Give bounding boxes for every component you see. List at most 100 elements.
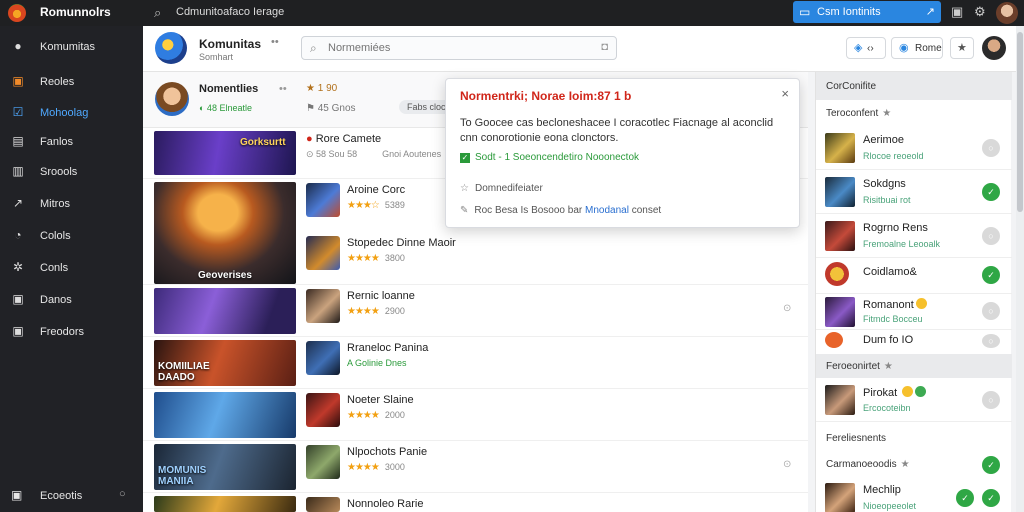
share-button[interactable]: ◈ ‹›: [846, 37, 886, 59]
star-icon: ★: [882, 108, 892, 119]
rome-button[interactable]: ◉ Rome: [891, 37, 943, 59]
status-toggle[interactable]: ✓: [982, 456, 1000, 474]
scrollbar-thumb[interactable]: [1017, 32, 1023, 212]
search-icon[interactable]: ⌕: [154, 5, 161, 21]
game-banner[interactable]: [154, 288, 296, 334]
right-section-header: Feroeonirtet ★: [816, 354, 1012, 378]
game-meta-text: 3800: [384, 253, 405, 263]
game-banner[interactable]: KOMIILIAE DAADO: [154, 340, 296, 386]
list-item[interactable]: Rogrno Rens Fremoalne Leooalk ○: [816, 214, 1012, 258]
status-toggle[interactable]: ○: [982, 334, 1000, 348]
row-info-icon[interactable]: ⊙: [783, 459, 791, 470]
list-item[interactable]: Nonnoleo Rarie: [143, 493, 808, 512]
list-item[interactable]: Pirokat Ercocoteibn ○: [816, 378, 1012, 422]
settings-icon[interactable]: ⚙: [974, 4, 986, 20]
game-extra: Gnoi Aoutenes: [382, 149, 442, 159]
game-thumbnail[interactable]: [306, 183, 340, 217]
status-toggle[interactable]: ✓: [982, 266, 1000, 284]
grid-icon[interactable]: ▣: [951, 4, 963, 20]
sidebar-item-komumitas[interactable]: ● Komumitas: [0, 34, 143, 60]
favorite-button[interactable]: ★: [950, 37, 974, 59]
sidebar-item-mohoolag[interactable]: ☑ Mohoolag: [0, 100, 143, 126]
sidebar-item-reoles[interactable]: ▣ Reoles: [0, 69, 143, 95]
list-item[interactable]: MOMUNIS MANIIA Nlpochots Panie ★★★★ 3000 …: [143, 441, 808, 493]
sidebar-footer[interactable]: ▣ Ecoeotis ○: [0, 484, 143, 508]
search-input[interactable]: [328, 40, 578, 56]
game-banner[interactable]: Gorksurtt: [154, 131, 296, 175]
list-item[interactable]: Sokdgns Risitbuai rot ✓: [816, 170, 1012, 214]
camera-icon[interactable]: ◘: [601, 41, 608, 53]
profile-avatar[interactable]: [155, 82, 189, 116]
search-icon: ⌕: [310, 41, 317, 55]
list-item[interactable]: Rernic loanne ★★★★ 2900 ⊙: [143, 285, 808, 337]
game-banner[interactable]: MOMUNIS MANIIA: [154, 444, 296, 490]
sidebar-item-mitros[interactable]: ↗ Mitros: [0, 191, 143, 217]
page-title: Komunitas: [199, 37, 262, 51]
header-avatar[interactable]: [982, 36, 1006, 60]
sidebar-item-sroools[interactable]: ▥ Sroools: [0, 159, 143, 185]
status-toggle[interactable]: ○: [982, 302, 1000, 320]
status-toggle[interactable]: ✓: [956, 489, 974, 507]
more-icon[interactable]: ••: [279, 83, 287, 95]
list-item[interactable]: Coidlamo& ✓: [816, 258, 1012, 294]
item-name: Dum fo IO: [863, 334, 914, 346]
status-toggle[interactable]: ○: [982, 391, 1000, 409]
edit-icon: ✎: [460, 205, 469, 216]
share-button-label: ‹›: [867, 43, 874, 54]
game-banner[interactable]: [154, 496, 296, 512]
right-panel-title: CorConifite: [826, 81, 877, 92]
list-item[interactable]: Dum fo IO ○: [816, 330, 1012, 350]
list-item[interactable]: Noeter Slaine ★★★★ 2000: [143, 389, 808, 441]
sidebar-item-freodors[interactable]: ▣ Freodors: [0, 319, 143, 345]
game-thumbnail[interactable]: [306, 236, 340, 270]
item-name: Rogrno Rens: [863, 222, 928, 234]
list-item[interactable]: KOMIILIAE DAADO Rraneloc Panina A Golini…: [143, 337, 808, 389]
item-desc: Ercocoteibn: [863, 403, 911, 413]
popup-option[interactable]: ☆ Domnedifeiater: [460, 183, 543, 194]
share-icon: ◈: [854, 42, 863, 54]
rating-stars: ★★★★: [347, 410, 380, 421]
user-avatar[interactable]: [996, 2, 1018, 24]
status-toggle[interactable]: ✓: [982, 183, 1000, 201]
game-thumbnail[interactable]: [306, 445, 340, 479]
list-scrollbar[interactable]: [808, 72, 815, 512]
list-item[interactable]: Stopedec Dinne Maoir ★★★★ 3800: [143, 232, 808, 284]
list-item[interactable]: Aerimoe Rlocoe reoeold ○: [816, 126, 1012, 170]
game-thumbnail[interactable]: [306, 289, 340, 323]
more-icon[interactable]: ••: [271, 36, 279, 48]
row-info-icon[interactable]: ⊙: [783, 303, 791, 314]
top-bar: Romunnolrs ⌕ Cdmunitoafaco Ierage ▭ Csm …: [0, 0, 1024, 26]
popup-link[interactable]: Mnodanal: [585, 205, 629, 216]
game-thumbnail[interactable]: [306, 497, 340, 512]
game-thumbnail[interactable]: [306, 341, 340, 375]
list-item[interactable]: Mechlip Nioeopeeolet ✓ ✓: [816, 476, 1012, 512]
page-scrollbar[interactable]: [1016, 26, 1024, 512]
list-item[interactable]: Romanont Fitmdc Bocceu ○: [816, 294, 1012, 330]
sidebar-item-fanlos[interactable]: ▤ Fanlos: [0, 129, 143, 155]
game-thumbnail[interactable]: [306, 393, 340, 427]
status-toggle[interactable]: ○: [982, 227, 1000, 245]
item-desc: Risitbuai rot: [863, 195, 911, 205]
game-title: Aroine Corc: [347, 184, 406, 196]
popup-option[interactable]: ✎ Roc Besa Is Bosooo bar Mnodanal conset: [460, 205, 661, 216]
game-title: Noeter Slaine: [347, 394, 414, 406]
chat-icon: ▣: [12, 292, 24, 306]
top-search-text[interactable]: Cdmunitoafaco Ierage: [176, 6, 284, 18]
rating-stars: ★★★★: [347, 462, 380, 473]
top-action-button[interactable]: ▭ Csm Iontinits ↗: [793, 1, 941, 23]
sidebar-item-danos[interactable]: ▣ Danos: [0, 287, 143, 313]
sidebar-item-colols[interactable]: ◔ Colols: [0, 223, 143, 249]
status-toggle[interactable]: ✓: [982, 489, 1000, 507]
sidebar-footer-label: Ecoeotis: [40, 490, 83, 502]
section-label: Carmanoeoodis ★: [826, 459, 910, 470]
close-icon[interactable]: ×: [781, 86, 789, 101]
status-toggle[interactable]: ○: [982, 139, 1000, 157]
puzzle-icon: ✲: [12, 260, 24, 274]
item-avatar: [825, 297, 855, 327]
sidebar-item-conls[interactable]: ✲ Conls: [0, 255, 143, 281]
game-banner[interactable]: [154, 392, 296, 438]
right-panel-header: CorConifite: [816, 72, 1012, 100]
search-box[interactable]: ⌕ ◘: [301, 36, 617, 60]
profile-sub: ◐ 48 Elneatle: [199, 103, 252, 113]
app-logo-icon[interactable]: [8, 4, 26, 22]
